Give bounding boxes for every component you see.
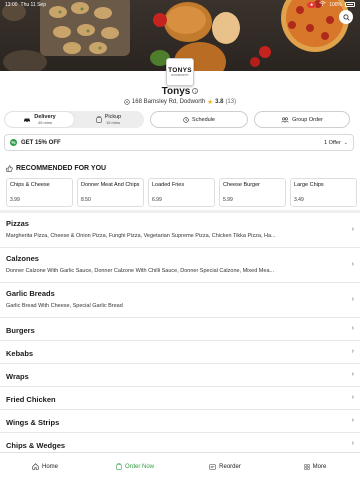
category-name: Wings & Strips [6,418,60,427]
receipt-icon [209,463,216,470]
battery-percent: 100% [329,1,342,8]
recommended-item-name: Large Chips [294,182,324,188]
menu-category-row[interactable]: Burgers › [0,318,360,341]
delivery-option[interactable]: Delivery 45 mins [5,112,74,127]
chevron-right-icon: › [351,225,354,233]
chevron-right-icon: › [351,295,354,303]
offer-count: 1 Offer [324,139,341,146]
restaurant-address: 168 Barnsley Rd, Dodworth [131,99,206,105]
pickup-option[interactable]: Pickup 15 mins [74,112,143,127]
offer-banner[interactable]: % GET 15% OFF 1 Offer ⌄ [4,134,354,151]
location-pin-icon [124,99,130,105]
recommended-item-name: Donner Meat And Chips [81,182,140,188]
restaurant-name: Tonys i [0,86,360,97]
chevron-right-icon: › [351,324,354,332]
discount-icon: % [10,139,17,146]
recommended-list: Chips & Cheese 3.99 Donner Meat And Chips 8… [6,178,360,208]
recommended-item-card[interactable]: Large Chips 3.49 [290,178,357,207]
restaurant-logo: TONYS DODWORTH [166,58,194,86]
menu-category-row[interactable]: Kebabs › [0,341,360,364]
bag-icon [96,116,102,123]
order-mode-row: Delivery 45 mins Pickup 15 mins Schedule… [4,111,356,128]
home-icon [32,463,39,470]
thumbs-up-icon [6,165,13,172]
restaurant-rating: 3.8 [215,99,224,105]
recommended-item-card[interactable]: Loaded Fries 6.99 [148,178,215,207]
menu-category-row[interactable]: Garlic Breads Garlic Bread With Cheese, S… [0,283,360,318]
category-name: Kebabs [6,349,34,358]
category-name: Fried Chicken [6,395,56,404]
recommended-item-name: Cheese Burger [223,182,260,188]
category-name: Chips & Wedges [6,441,66,450]
fulfillment-toggle: Delivery 45 mins Pickup 15 mins [4,111,144,128]
tab-more[interactable]: More [270,453,360,480]
bottom-tab-bar: Home Order Now Reorder More [0,452,360,480]
info-icon[interactable]: i [192,88,199,95]
menu-category-row[interactable]: Wings & Strips › [0,410,360,433]
grid-icon [304,463,310,470]
chevron-right-icon: › [351,347,354,355]
tab-home[interactable]: Home [0,453,90,480]
tab-reorder[interactable]: Reorder [180,453,270,480]
car-icon [24,118,31,122]
clock-icon [183,116,189,123]
status-date: Thu 11 Sep [20,1,46,8]
star-icon: ★ [207,99,214,106]
chevron-right-icon: › [351,393,354,401]
search-button[interactable] [339,10,353,24]
category-description: Margherita Pizza, Cheese & Onion Pizza, … [6,233,276,239]
menu-category-row[interactable]: Fried Chicken › [0,387,360,410]
recording-icon: ● [307,1,317,8]
recommended-item-price: 3.49 [294,197,304,203]
recommended-header: RECOMMENDED FOR YOU [6,165,106,172]
recommended-item-name: Loaded Fries [152,182,185,188]
category-name: Garlic Breads [6,289,55,298]
search-icon [342,13,350,21]
battery-icon [345,2,355,7]
restaurant-meta: 168 Barnsley Rd, Dodworth ★ 3.8 (13) [0,98,360,106]
menu-category-row[interactable]: Wraps › [0,364,360,387]
status-time: 13:00 [5,1,18,8]
recommended-item-name: Chips & Cheese [10,182,50,188]
chevron-right-icon: › [351,416,354,424]
recommended-item-price: 5.99 [223,197,233,203]
tab-order-now[interactable]: Order Now [90,453,180,480]
category-name: Burgers [6,326,35,335]
category-description: Donner Calzone With Garlic Sauce, Donner… [6,268,275,274]
recommended-item-price: 3.99 [10,197,20,203]
group-icon [281,116,289,122]
recommended-item-price: 8.50 [81,197,91,203]
category-description: Garlic Bread With Cheese, Special Garlic… [6,303,123,309]
category-name: Wraps [6,372,29,381]
chevron-down-icon: ⌄ [343,139,348,146]
chevron-right-icon: › [351,260,354,268]
chevron-right-icon: › [351,370,354,378]
schedule-button[interactable]: Schedule [150,111,248,128]
recommended-item-price: 6.99 [152,197,162,203]
recommended-item-card[interactable]: Donner Meat And Chips 8.50 [77,178,144,207]
menu-category-row[interactable]: Pizzas Margherita Pizza, Cheese & Onion P… [0,213,360,248]
recommended-item-card[interactable]: Cheese Burger 5.99 [219,178,286,207]
status-bar: 13:00 Thu 11 Sep ● 100% [0,0,360,9]
menu-category-row[interactable]: Calzones Donner Calzone With Garlic Sauce… [0,248,360,283]
group-order-button[interactable]: Group Order [254,111,350,128]
bag-icon [116,463,122,470]
recommended-item-card[interactable]: Chips & Cheese 3.99 [6,178,73,207]
wifi-icon [319,1,326,8]
restaurant-page: 13:00 Thu 11 Sep ● 100% TONYS DODWORTH T… [0,0,360,480]
offer-text: GET 15% OFF [21,139,61,146]
chevron-right-icon: › [351,439,354,447]
category-name: Calzones [6,254,39,263]
category-name: Pizzas [6,219,29,228]
rating-count: (13) [225,99,237,105]
